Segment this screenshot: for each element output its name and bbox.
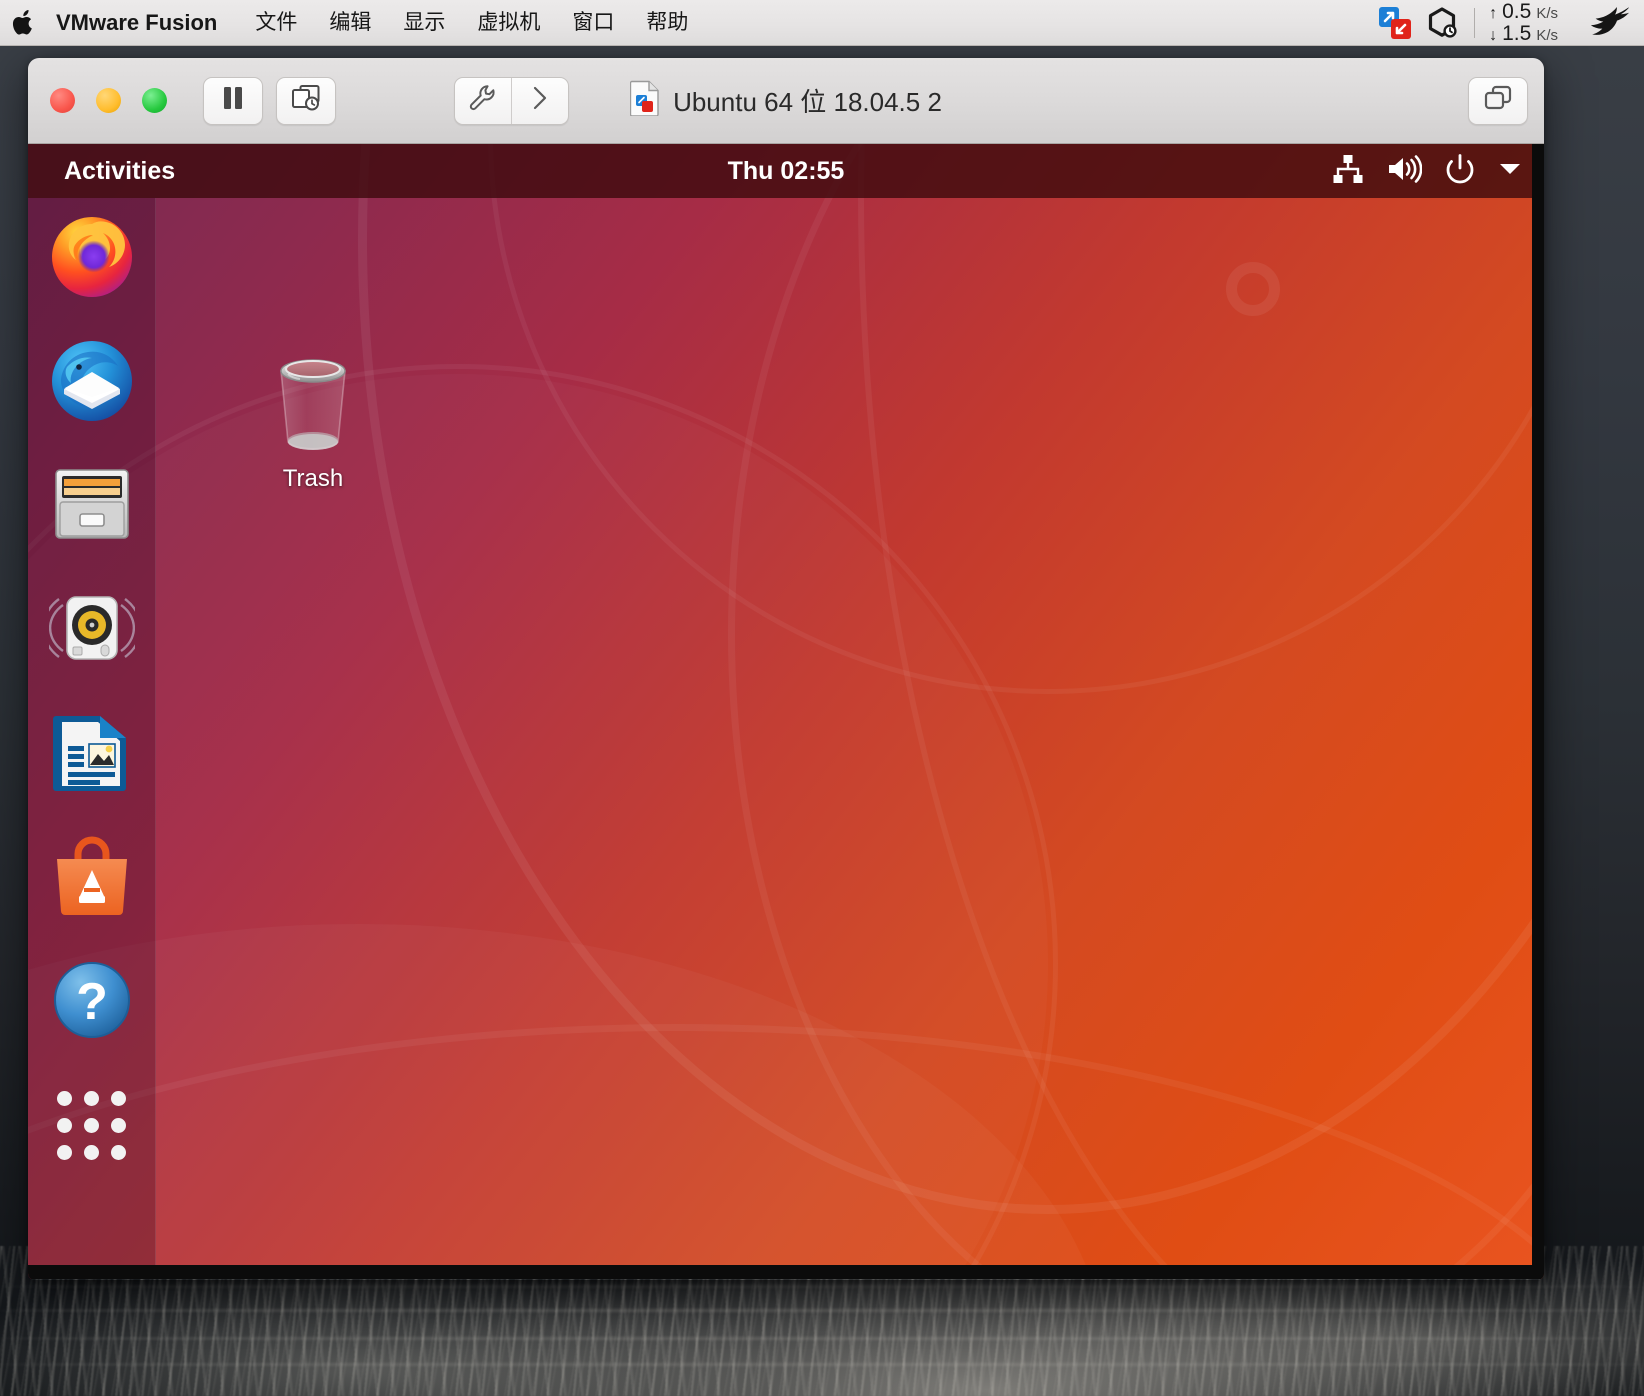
menu-view[interactable]: 显示 xyxy=(387,6,461,40)
vmware-status-icon[interactable] xyxy=(1378,6,1412,40)
help-icon: ? xyxy=(50,958,134,1042)
activities-button[interactable]: Activities xyxy=(50,153,189,190)
files-icon xyxy=(50,462,134,546)
wallpaper-ripple xyxy=(0,1337,1644,1340)
host-menu-bar: VMware Fusion 文件 编辑 显示 虚拟机 窗口 帮助 ↑ 0. xyxy=(0,0,1644,46)
vm-window-title: Ubuntu 64 位 18.04.5 2 xyxy=(673,82,942,119)
trash-icon xyxy=(266,354,360,459)
menu-virtual-machine[interactable]: 虚拟机 xyxy=(461,6,556,40)
menu-help[interactable]: 帮助 xyxy=(630,6,704,40)
dock-item-thunderbird[interactable] xyxy=(48,336,136,424)
settings-button[interactable] xyxy=(455,78,511,124)
dock-item-help[interactable]: ? xyxy=(48,956,136,1044)
upload-speed-value: 0.5 xyxy=(1502,1,1531,23)
desktop-icon-trash[interactable]: Trash xyxy=(246,354,380,493)
chevron-right-icon xyxy=(529,84,551,117)
pause-icon xyxy=(221,85,245,116)
download-arrow-icon: ↓ xyxy=(1489,28,1497,45)
quicklook-clock-icon[interactable] xyxy=(1426,7,1458,39)
chevron-down-icon[interactable] xyxy=(1498,161,1522,182)
vmware-fusion-window: Ubuntu 64 位 18.04.5 2 Activiti xyxy=(28,58,1544,1280)
close-button[interactable] xyxy=(50,88,75,113)
show-applications-grid-icon[interactable] xyxy=(56,1089,128,1161)
dock-item-libreoffice-writer[interactable] xyxy=(48,708,136,796)
dock-item-firefox[interactable] xyxy=(48,212,136,300)
guest-screen-bottom-padding xyxy=(28,1265,1544,1279)
guest-screen-right-padding xyxy=(1532,144,1544,1279)
wrench-icon xyxy=(469,84,497,117)
snapshot-icon xyxy=(291,84,321,117)
apple-logo-icon[interactable] xyxy=(10,8,36,38)
dock-item-ubuntu-software[interactable] xyxy=(48,832,136,920)
snapshot-button[interactable] xyxy=(276,77,336,125)
download-speed-value: 1.5 xyxy=(1502,23,1531,45)
upload-arrow-icon: ↑ xyxy=(1489,6,1497,23)
window-stack-icon xyxy=(1483,84,1513,117)
vm-settings-split-button xyxy=(454,77,569,125)
menu-file[interactable]: 文件 xyxy=(239,6,313,40)
volume-icon[interactable] xyxy=(1386,154,1422,189)
network-speed-indicator[interactable]: ↑ 0.5 K/s ↓ 1.5 K/s xyxy=(1489,1,1558,45)
svg-text:?: ? xyxy=(76,973,108,1031)
unity-view-button[interactable] xyxy=(1468,77,1528,125)
gnome-clock[interactable]: Thu 02:55 xyxy=(28,157,1544,186)
rhythmbox-icon xyxy=(49,585,135,671)
hummingbird-icon[interactable] xyxy=(1584,6,1630,40)
dock-item-rhythmbox[interactable] xyxy=(48,584,136,672)
expand-toolbar-button[interactable] xyxy=(512,78,568,124)
menubar-divider xyxy=(1474,8,1475,38)
host-menubar-tray: ↑ 0.5 K/s ↓ 1.5 K/s xyxy=(1364,1,1630,45)
vm-document-icon xyxy=(630,80,660,121)
vm-toolbar-left xyxy=(203,77,336,125)
thunderbird-icon xyxy=(49,337,135,423)
wallpaper-ripple xyxy=(0,1285,1644,1288)
libreoffice-writer-icon xyxy=(51,710,133,794)
ubuntu-software-icon xyxy=(50,834,134,918)
ubuntu-dock: ? xyxy=(28,198,156,1279)
power-icon[interactable] xyxy=(1444,153,1476,190)
wallpaper-ripple xyxy=(0,1363,1644,1366)
firefox-icon xyxy=(49,213,135,299)
ubuntu-guest-screen[interactable]: Activities Thu 02:55 xyxy=(28,144,1544,1279)
dock-item-files[interactable] xyxy=(48,460,136,548)
menu-window[interactable]: 窗口 xyxy=(556,6,630,40)
vm-window-titlebar[interactable]: Ubuntu 64 位 18.04.5 2 xyxy=(28,58,1544,144)
gnome-status-area[interactable] xyxy=(1332,153,1522,190)
wallpaper-ripple xyxy=(0,1309,1644,1312)
menu-app-name[interactable]: VMware Fusion xyxy=(52,6,239,40)
desktop-icon-label: Trash xyxy=(283,465,343,493)
ubuntu-wallpaper xyxy=(28,144,1544,1279)
minimize-button[interactable] xyxy=(96,88,121,113)
zoom-button[interactable] xyxy=(142,88,167,113)
wallpaper-ring xyxy=(1226,262,1280,316)
upload-speed-unit: K/s xyxy=(1536,6,1558,22)
window-traffic-lights xyxy=(50,88,167,113)
pause-button[interactable] xyxy=(203,77,263,125)
gnome-top-bar: Activities Thu 02:55 xyxy=(28,144,1544,198)
menu-edit[interactable]: 编辑 xyxy=(313,6,387,40)
download-speed-unit: K/s xyxy=(1536,28,1558,44)
network-wired-icon[interactable] xyxy=(1332,154,1364,189)
